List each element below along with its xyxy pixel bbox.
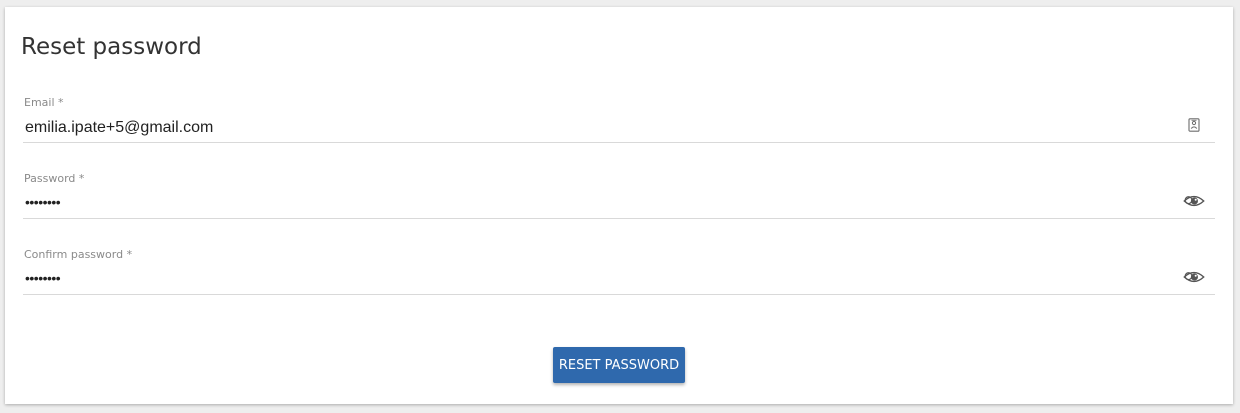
eye-icon[interactable] xyxy=(1183,191,1205,211)
password-input[interactable]: •••••••• xyxy=(25,192,1155,212)
confirm-password-label: Confirm password * xyxy=(24,248,133,261)
eye-icon[interactable] xyxy=(1183,267,1205,287)
password-field[interactable]: Password * •••••••• xyxy=(23,172,1215,219)
reset-password-button[interactable]: RESET PASSWORD xyxy=(553,347,685,383)
page-title: Reset password xyxy=(21,34,202,60)
email-input[interactable]: emilia.ipate+5@gmail.com xyxy=(25,118,1155,138)
confirm-password-input[interactable]: •••••••• xyxy=(25,268,1155,288)
email-field[interactable]: Email * emilia.ipate+5@gmail.com xyxy=(23,96,1215,143)
contact-card-icon xyxy=(1183,115,1205,135)
reset-password-card: Reset password Email * emilia.ipate+5@gm… xyxy=(5,7,1233,404)
confirm-password-field[interactable]: Confirm password * •••••••• xyxy=(23,248,1215,295)
password-label: Password * xyxy=(24,172,85,185)
email-label: Email * xyxy=(24,96,64,109)
